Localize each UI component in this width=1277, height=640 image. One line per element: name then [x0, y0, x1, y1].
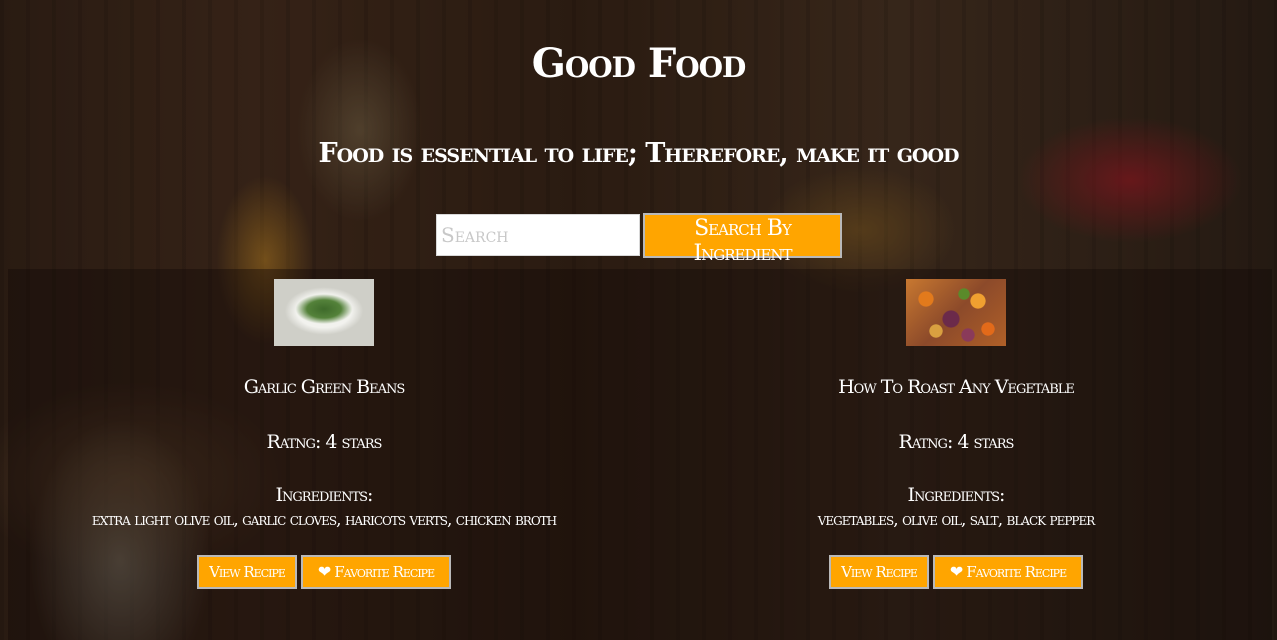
green-beans-photo [274, 279, 374, 346]
recipe-card: How To Roast Any Vegetable Ratng: 4 star… [640, 269, 1272, 640]
recipe-rating: Ratng: 4 stars [898, 431, 1015, 453]
ingredients-list: extra light olive oil, garlic cloves, ha… [91, 510, 557, 530]
heart-icon: ❤ [317, 562, 331, 581]
recipe-title: Garlic Green Beans [243, 376, 406, 398]
view-recipe-button[interactable]: View Recipe [829, 555, 929, 589]
search-by-ingredient-button[interactable]: Search By Ingredient [643, 213, 842, 266]
view-recipe-button[interactable]: View Recipe [197, 555, 297, 589]
ingredients-list: vegetables, olive oil, salt, black peppe… [817, 510, 1096, 530]
recipe-actions: View Recipe ❤ Favorite Recipe [8, 555, 640, 589]
favorite-recipe-button[interactable]: ❤ Favorite Recipe [933, 555, 1083, 589]
search-bar: Search By Ingredient [436, 213, 842, 266]
recipe-card: Garlic Green Beans Ratng: 4 stars Ingred… [8, 269, 640, 640]
view-recipe-label: View Recipe [209, 563, 286, 581]
roasted-vegetables-photo [906, 279, 1006, 346]
ingredients-label: Ingredients: [275, 484, 374, 506]
favorite-recipe-label: Favorite Recipe [966, 563, 1067, 581]
page-tagline: Food is essential to life; Therefore, ma… [318, 138, 959, 169]
heart-icon: ❤ [949, 562, 963, 581]
favorite-recipe-label: Favorite Recipe [334, 563, 435, 581]
view-recipe-label: View Recipe [841, 563, 918, 581]
recipe-title: How To Roast Any Vegetable [838, 376, 1075, 398]
recipe-actions: View Recipe ❤ Favorite Recipe [640, 555, 1272, 589]
ingredients-label: Ingredients: [907, 484, 1006, 506]
recipe-results: Garlic Green Beans Ratng: 4 stars Ingred… [8, 269, 1272, 640]
page-title: Good Food [531, 40, 747, 87]
recipe-rating: Ratng: 4 stars [266, 431, 383, 453]
favorite-recipe-button[interactable]: ❤ Favorite Recipe [301, 555, 451, 589]
search-input[interactable] [436, 214, 640, 256]
